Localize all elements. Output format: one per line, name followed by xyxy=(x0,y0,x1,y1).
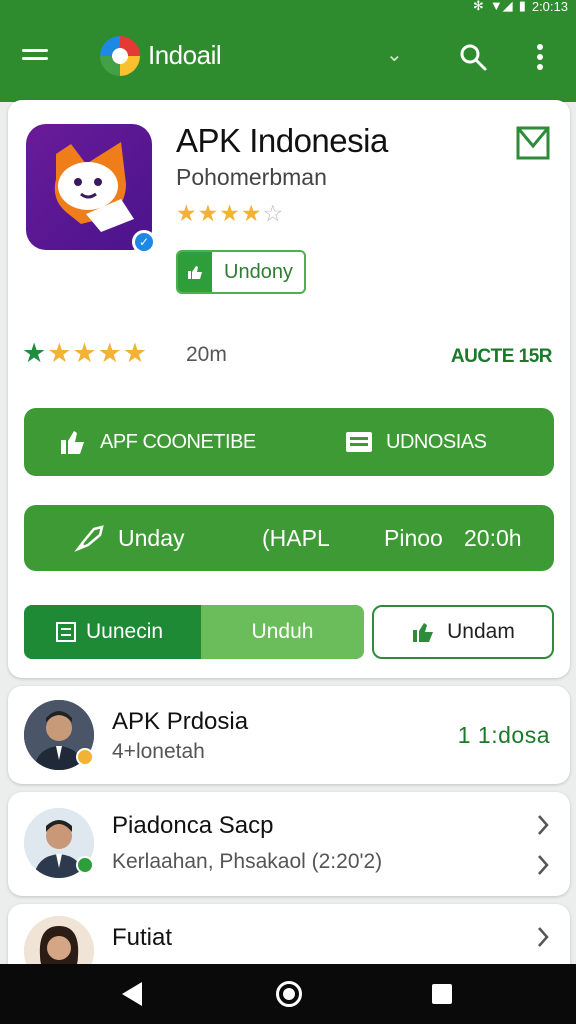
menu-icon[interactable] xyxy=(22,44,56,70)
undam-button[interactable]: Undam xyxy=(372,605,554,659)
chevron-right-icon[interactable] xyxy=(536,926,550,948)
app-icon xyxy=(26,124,152,250)
app-developer: Pohomerbman xyxy=(176,164,327,190)
info-label-3: Pinoo xyxy=(384,524,443,551)
bluetooth-icon: ✻ xyxy=(472,0,484,13)
avatar-badge-icon xyxy=(76,748,94,766)
search-icon[interactable] xyxy=(458,42,488,72)
battery-icon: ▮ xyxy=(518,0,526,13)
like-action-button[interactable]: APF COONETIBE xyxy=(58,408,256,476)
list-item-subtitle: Kerlaahan, Phsakaol (2:20'2) xyxy=(112,850,383,873)
list-icon xyxy=(56,622,76,642)
rocket-icon xyxy=(74,525,104,552)
document-icon xyxy=(346,432,372,452)
list-item-title: APK Prdosia xyxy=(112,708,249,735)
status-time: 2:0:13 xyxy=(531,0,568,14)
rocket-seg: Unday xyxy=(74,505,184,571)
app-logo xyxy=(100,36,140,76)
app-details-card: ✓ APK Indonesia Pohomerbman ★★★★☆ Undony… xyxy=(8,100,570,678)
app-rating-stars: ★★★★☆ xyxy=(176,200,285,226)
review-count: 20m xyxy=(186,343,227,366)
tab-inactive[interactable]: Unduh xyxy=(201,605,364,659)
avatar-badge-icon xyxy=(76,856,94,874)
app-bar-title: Indoail xyxy=(148,40,222,70)
back-icon[interactable] xyxy=(122,982,142,1006)
signal-icon: ▼◢ xyxy=(489,0,513,13)
details-action-button[interactable]: UDNOSIAS xyxy=(344,408,487,476)
app-bar: Indoail ⌄ xyxy=(0,16,576,102)
age-rating: AUCTE 15R xyxy=(450,346,553,367)
install-button[interactable]: Undony xyxy=(176,250,306,294)
home-icon[interactable] xyxy=(276,981,302,1007)
thumbs-up-icon xyxy=(413,623,434,642)
chevron-right-icon[interactable] xyxy=(536,814,550,836)
thumbs-up-icon xyxy=(178,252,212,292)
info-label-2: (HAPL xyxy=(262,524,330,551)
info-row[interactable]: Unday (HAPL Pinoo 20:0h xyxy=(24,505,554,571)
thumbs-up-icon xyxy=(61,431,84,454)
status-bar: ✻ ▼◢ ▮ 2:0:13 xyxy=(0,0,576,16)
chevron-down-icon[interactable]: ⌄ xyxy=(386,42,403,67)
info-label-4: 20:0h xyxy=(464,524,522,551)
list-item[interactable]: APK Prdosia 4+lonetah 1 1:dosa xyxy=(8,686,570,784)
system-nav-bar xyxy=(0,964,576,1024)
tab-active[interactable]: Uunecin xyxy=(24,605,201,659)
rating-stars: ★★★★★ xyxy=(22,338,149,368)
chevron-right-icon[interactable] xyxy=(536,854,550,876)
bookmark-icon[interactable] xyxy=(514,124,552,162)
more-vert-icon[interactable] xyxy=(530,42,550,72)
app-title: APK Indonesia xyxy=(176,122,388,159)
tab-group: Uunecin Unduh xyxy=(24,605,364,659)
list-item-title: Futiat xyxy=(112,924,173,951)
verified-badge-icon: ✓ xyxy=(132,230,156,254)
actions-row: APF COONETIBE UDNOSIAS xyxy=(24,408,554,476)
list-item-time: 1 1:dosa xyxy=(457,722,550,748)
list-item-subtitle: 4+lonetah xyxy=(112,740,205,763)
recents-icon[interactable] xyxy=(432,984,452,1004)
list-item[interactable]: Piadonca Sacp Kerlaahan, Phsakaol (2:20'… xyxy=(8,792,570,896)
list-item-title: Piadonca Sacp xyxy=(112,812,274,839)
